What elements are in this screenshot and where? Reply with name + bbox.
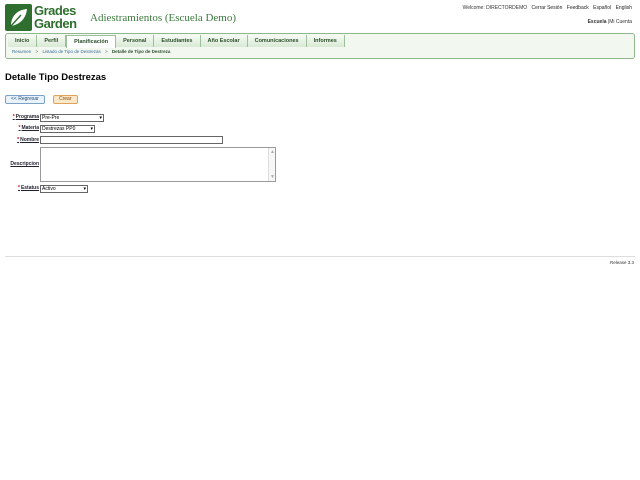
chevron-down-icon: ▾	[90, 126, 93, 132]
release-version: Release 3.3	[609, 260, 634, 265]
breadcrumb-current: Detalle de Tipo de Destreza	[111, 49, 171, 54]
lang-es-link[interactable]: Español	[593, 5, 611, 11]
back-button[interactable]: << Regresar	[5, 95, 45, 104]
menu-item-comunicaciones[interactable]: Comunicaciones	[247, 35, 307, 47]
estatus-value: Activo	[42, 186, 56, 192]
descripcion-label: Descripcion	[10, 161, 39, 167]
main-navigation: Inicio Perfil Planificación Personal Est…	[5, 33, 635, 59]
grades-garden-logo[interactable]: Grades Garden	[5, 4, 83, 32]
materia-value: Destrezas PP0	[42, 126, 76, 132]
logo-text: Grades Garden	[34, 4, 77, 30]
chevron-down-icon: ▾	[83, 186, 86, 192]
programa-label: *Programa	[12, 114, 39, 120]
feedback-link[interactable]: Feedback	[567, 5, 589, 11]
required-mark: *	[17, 185, 20, 191]
footer-divider	[5, 256, 635, 257]
materia-select[interactable]: Destrezas PP0 ▾	[40, 125, 95, 133]
context-school-link[interactable]: Escuela	[588, 19, 607, 25]
breadcrumb-separator: >	[105, 49, 108, 54]
nombre-input[interactable]	[40, 136, 223, 144]
welcome-text: Welcome: DIRECTORDEMO	[462, 5, 528, 11]
required-mark: *	[17, 137, 20, 143]
school-title: Adiestramientos (Escuela Demo)	[90, 12, 237, 24]
menu-item-estudiantes[interactable]: Estudiantes	[154, 35, 201, 47]
breadcrumb: Resumen > Listado de Tipo de Destrezas >…	[12, 49, 170, 54]
leaf-icon	[5, 4, 32, 31]
menu-item-inicio[interactable]: Inicio	[8, 35, 38, 47]
top-links: Welcome: DIRECTORDEMO Cerrar Sesión Feed…	[460, 5, 632, 11]
logo-line2: Garden	[34, 16, 77, 31]
context-account-link[interactable]: Mi Cuenta	[609, 19, 632, 25]
scroll-up-icon[interactable]: ▲	[270, 149, 275, 155]
chevron-down-icon: ▾	[99, 115, 102, 121]
context-links: Escuela |Mi Cuenta	[588, 19, 632, 25]
estatus-select[interactable]: Activo ▾	[40, 185, 88, 193]
menu-item-planificacion[interactable]: Planificación	[66, 35, 117, 48]
logout-link[interactable]: Cerrar Sesión	[532, 5, 563, 11]
textarea-scrollbar[interactable]: ▲ ▼	[268, 148, 275, 181]
materia-label: *Materia	[18, 125, 39, 131]
create-button[interactable]: Crear	[53, 95, 78, 104]
menu-item-informes[interactable]: Informes	[306, 35, 345, 47]
menu-item-ano-escolar[interactable]: Año Escolar	[200, 35, 248, 47]
descripcion-textarea[interactable]: ▲ ▼	[40, 147, 276, 182]
menu-item-personal[interactable]: Personal	[116, 35, 155, 47]
required-mark: *	[12, 114, 15, 120]
page-title: Detalle Tipo Destrezas	[5, 72, 107, 83]
breadcrumb-separator: >	[35, 49, 39, 54]
breadcrumb-resumen[interactable]: Resumen	[12, 49, 31, 54]
programa-value: Pre-Pre	[42, 115, 60, 121]
scroll-down-icon[interactable]: ▼	[270, 174, 275, 180]
menu-item-perfil[interactable]: Perfil	[37, 35, 67, 47]
lang-en-link[interactable]: English	[616, 5, 632, 11]
menu-bar: Inicio Perfil Planificación Personal Est…	[8, 35, 345, 48]
nombre-label: *Nombre	[17, 137, 39, 143]
programa-select[interactable]: Pre-Pre ▾	[40, 114, 104, 122]
breadcrumb-listado[interactable]: Listado de Tipo de Destrezas	[42, 49, 100, 54]
estatus-label: *Estatus	[17, 185, 39, 191]
